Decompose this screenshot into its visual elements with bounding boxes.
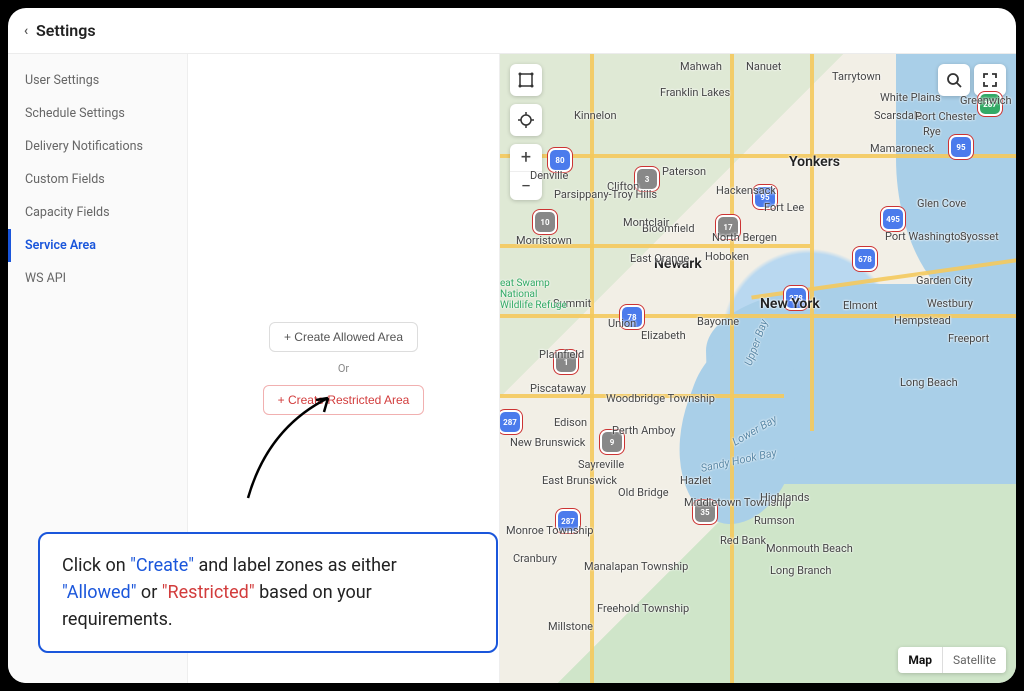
label-nanuet: Nanuet — [746, 60, 781, 73]
label-port-chester: Port Chester — [915, 110, 976, 123]
shield-route-3: 3 — [637, 169, 657, 189]
label-hoboken: Hoboken — [705, 250, 749, 263]
label-old-bridge: Old Bridge — [618, 486, 669, 499]
page-title: Settings — [36, 21, 96, 40]
label-elizabeth: Elizabeth — [641, 329, 686, 342]
label-kinnelon: Kinnelon — [574, 109, 617, 122]
label-bayonne: Bayonne — [697, 315, 739, 328]
label-greenwich: Greenwich — [960, 94, 1012, 107]
label-edison: Edison — [554, 416, 587, 429]
back-chevron-icon[interactable]: ‹ — [20, 23, 32, 39]
sidebar-item-user-settings[interactable]: User Settings — [8, 64, 187, 97]
create-restricted-area-button[interactable]: + Create Restricted Area — [263, 385, 425, 415]
label-sayreville: Sayreville — [578, 458, 624, 471]
sidebar-item-delivery-notifications[interactable]: Delivery Notifications — [8, 130, 187, 163]
label-long-branch: Long Branch — [770, 564, 831, 577]
shield-i80: 80 — [550, 150, 570, 170]
label-freehold: Freehold Township — [597, 602, 689, 615]
create-allowed-area-button[interactable]: + Create Allowed Area — [269, 322, 418, 352]
label-new-york: New York — [760, 296, 820, 312]
label-red-bank: Red Bank — [720, 534, 766, 547]
label-east-orange: East Orange — [630, 252, 689, 265]
or-divider: Or — [338, 362, 349, 375]
locate-icon[interactable] — [510, 104, 542, 136]
callout-restricted: "Restricted" — [162, 582, 255, 603]
sidebar-item-custom-fields[interactable]: Custom Fields — [8, 163, 187, 196]
map-type-satellite[interactable]: Satellite — [943, 647, 1006, 673]
label-port-washington: Port Washington — [885, 230, 967, 243]
label-manalapan: Manalapan Township — [584, 560, 688, 573]
label-north-bergen: North Bergen — [712, 231, 777, 244]
label-westbury: Westbury — [927, 297, 973, 310]
label-monmouth-beach: Monmouth Beach — [766, 542, 853, 555]
shield-i95b: 95 — [951, 137, 971, 157]
label-millstone: Millstone — [548, 620, 593, 633]
label-cranbury: Cranbury — [513, 552, 557, 565]
zoom-in-button[interactable]: + — [510, 144, 542, 172]
label-morristown: Morristown — [516, 234, 572, 247]
label-garden-city: Garden City — [916, 274, 973, 287]
label-rumson: Rumson — [754, 514, 795, 527]
label-montclair: Montclair — [623, 216, 669, 229]
label-long-beach: Long Beach — [900, 376, 958, 389]
label-white-plains: White Plains — [880, 91, 941, 104]
map-canvas[interactable]: + − Map Satellite 80 78 95 287 287 278 6… — [500, 54, 1016, 683]
map-type-toggle: Map Satellite — [898, 647, 1006, 673]
shield-i287a: 287 — [500, 412, 520, 432]
label-monroe: Monroe Township — [506, 524, 593, 537]
sidebar-item-service-area[interactable]: Service Area — [8, 229, 187, 262]
label-piscataway: Piscataway — [530, 382, 586, 395]
label-great-swamp: eat Swamp National Wildlife Refuge — [500, 278, 570, 311]
callout-text-1: Click on — [62, 555, 130, 576]
label-syosset: Syosset — [960, 230, 999, 243]
label-mahwah: Mahwah — [680, 60, 722, 73]
label-franklin-lakes: Franklin Lakes — [660, 86, 730, 99]
shield-route-10: 10 — [535, 212, 555, 232]
label-perth-amboy: Perth Amboy — [612, 424, 675, 437]
label-new-brunswick: New Brunswick — [510, 436, 585, 449]
draw-rectangle-icon[interactable] — [510, 64, 542, 96]
search-map-icon[interactable] — [938, 64, 970, 96]
label-hazlet: Hazlet — [680, 474, 711, 487]
header: ‹ Settings — [8, 8, 1016, 54]
label-mamaroneck: Mamaroneck — [870, 142, 934, 155]
label-woodbridge: Woodbridge Township — [606, 392, 715, 405]
label-parsippany: Parsippany-Troy Hills — [554, 188, 657, 201]
map-type-map[interactable]: Map — [898, 647, 943, 673]
label-east-brunswick: East Brunswick — [542, 474, 617, 487]
label-plainfield: Plainfield — [539, 348, 584, 361]
label-union: Union — [608, 317, 636, 330]
callout-or: or — [136, 582, 161, 603]
label-hackensack: Hackensack — [716, 184, 776, 197]
label-yonkers: Yonkers — [789, 154, 840, 170]
sidebar-item-schedule-settings[interactable]: Schedule Settings — [8, 97, 187, 130]
label-freeport: Freeport — [948, 332, 989, 345]
callout-allowed: "Allowed" — [62, 582, 136, 603]
label-rye: Rye — [923, 125, 941, 138]
label-glen-cove: Glen Cove — [917, 197, 966, 210]
callout-create: "Create" — [130, 555, 194, 576]
shield-i495: 495 — [883, 209, 903, 229]
fullscreen-icon[interactable] — [974, 64, 1006, 96]
callout-text-2: and label zones as either — [194, 555, 397, 576]
sidebar-item-capacity-fields[interactable]: Capacity Fields — [8, 196, 187, 229]
label-fort-lee: Fort Lee — [764, 201, 804, 214]
app-window: ‹ Settings User Settings Schedule Settin… — [8, 8, 1016, 683]
label-paterson: Paterson — [662, 165, 706, 178]
label-hempstead: Hempstead — [894, 314, 951, 327]
label-highlands: Highlands — [760, 491, 809, 504]
label-denville: Denville — [530, 169, 568, 182]
shield-i678: 678 — [855, 249, 875, 269]
label-elmont: Elmont — [843, 299, 878, 312]
instruction-callout: Click on "Create" and label zones as eit… — [38, 532, 498, 653]
label-tarrytown: Tarrytown — [832, 70, 881, 83]
sidebar-item-ws-api[interactable]: WS API — [8, 262, 187, 295]
